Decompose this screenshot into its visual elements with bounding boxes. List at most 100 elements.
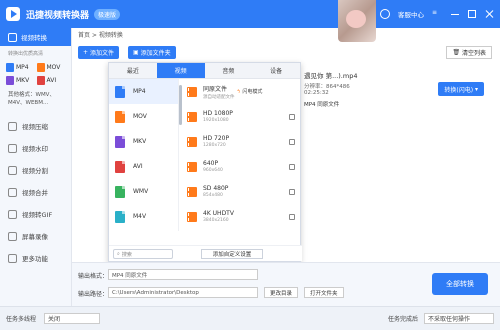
tab-recent[interactable]: 最近 (109, 63, 157, 78)
output-path-field[interactable]: C:\Users\Administrator\Desktop (108, 287, 258, 298)
title-bar: 迅捷视频转换器 极速版 31 客服中心 ≡ (0, 0, 500, 28)
popup-footer: ⌕ 搜索 添加自定义设置 (109, 245, 302, 261)
avi-icon (36, 76, 45, 85)
film-icon (187, 186, 198, 197)
avatar-photo (338, 0, 376, 42)
format-list: MP4 MOV MKV AVI WMV M4V (109, 79, 179, 231)
file-output-format[interactable]: MP4 同原文件 (304, 100, 339, 108)
format-option-mkv[interactable]: MKV (109, 129, 178, 154)
breadcrumb: 首页 > 视频转换 (78, 32, 123, 39)
format-avi[interactable]: AVI (36, 76, 66, 85)
sidebar-item-record[interactable]: 屏幕录像 (0, 225, 71, 247)
format-mov[interactable]: MOV (36, 63, 66, 72)
change-directory-button[interactable]: 更改目录 (264, 287, 299, 298)
compress-icon (8, 121, 17, 131)
watermark-icon (8, 143, 17, 153)
popup-tabs: 最近 视频 音频 设备 (109, 63, 300, 79)
split-icon (8, 165, 17, 175)
minimize-button[interactable] (450, 9, 460, 19)
preset-row[interactable]: SD 480P 854x480 (185, 179, 301, 204)
preset-row[interactable]: 4K UHDTV 3840x2160 (185, 204, 301, 229)
convert-flash-button[interactable]: 转换(闪电) ▾ (438, 82, 484, 96)
sidebar-item-compress[interactable]: 视频压缩 (0, 115, 71, 137)
format-popup: 最近 视频 音频 设备 MP4 MOV MKV AVI WMV M4V 同原文件… (108, 62, 302, 262)
lightning-icon: ϟ (237, 88, 241, 95)
sidebar-note: 转换出优质高清 (8, 51, 44, 57)
task-done-select[interactable]: 不采取任何操作 (424, 313, 494, 324)
maximize-button[interactable] (468, 10, 476, 18)
tab-audio[interactable]: 音频 (205, 63, 253, 78)
format-search-input[interactable]: ⌕ 搜索 (113, 249, 173, 259)
preset-row[interactable]: 640P 960x640 (185, 154, 301, 179)
status-bar: 任务多线程 关闭 任务完成后 不采取任何操作 (0, 306, 500, 330)
mkv-file-icon (115, 135, 125, 148)
edit-icon[interactable] (289, 188, 295, 195)
task-done-label: 任务完成后 (387, 316, 418, 323)
convert-all-button[interactable]: 全部转换 (432, 273, 488, 295)
format-option-mov[interactable]: MOV (109, 104, 178, 129)
add-folder-button[interactable]: ▣ 添加文件夹 (128, 46, 176, 59)
sidebar-item-more[interactable]: 更多功能 (0, 247, 71, 269)
preset-list: 同原文件 源自动适配文件 ϟ 闪电模式 HD 1080P 1920x1080 HD 7… (185, 79, 301, 239)
version-badge: 极速版 (94, 8, 121, 20)
film-icon (187, 136, 198, 147)
mkv-icon (6, 76, 14, 85)
mp4-icon (6, 63, 14, 72)
output-path-label: 输出路径： (78, 291, 109, 298)
file-name: 遇见你 第...).mp4 (304, 72, 358, 80)
sidebar-item-split[interactable]: 视频分割 (0, 159, 71, 181)
sidebar-item-merge[interactable]: 视频合并 (0, 181, 71, 203)
gif-icon (8, 209, 17, 219)
edit-icon[interactable] (289, 213, 295, 220)
trash-icon: 🗑 (452, 49, 462, 56)
toolbar: + 添加文件 ▣ 添加文件夹 🗑 清空列表 (78, 46, 496, 60)
mov-file-icon (115, 110, 125, 123)
output-settings-panel: 输出格式： MP4 同原文件 输出路径： C:\Users\Administra… (72, 262, 500, 306)
sidebar-item-video-convert[interactable]: 视频转换 (0, 28, 71, 46)
sidebar-item-watermark[interactable]: 视频水印 (0, 137, 71, 159)
add-custom-setting-button[interactable]: 添加自定义设置 (201, 249, 263, 259)
format-mkv[interactable]: MKV (6, 76, 35, 85)
edit-icon[interactable] (289, 138, 295, 145)
thread-select[interactable]: 关闭 (44, 313, 101, 324)
edit-icon[interactable] (289, 113, 295, 120)
add-file-button[interactable]: + 添加文件 (78, 46, 119, 59)
app-logo-icon (6, 7, 20, 21)
open-folder-button[interactable]: 打开文件夹 (304, 287, 344, 298)
app-title: 迅捷视频转换器 (26, 10, 90, 21)
flash-mode-tag: ϟ 闪电模式 (237, 88, 263, 96)
preset-row[interactable]: 同原文件 源自动适配文件 ϟ 闪电模式 (185, 79, 301, 104)
mp4-file-icon (115, 85, 125, 98)
clear-list-button[interactable]: 🗑 清空列表 (446, 46, 492, 59)
customer-service-link[interactable]: 客服中心 (398, 9, 424, 19)
format-option-wmv[interactable]: WMV (109, 179, 178, 204)
sidebar-item-label: 视频转换 (21, 34, 47, 42)
notification-icon[interactable] (380, 9, 390, 19)
format-mp4[interactable]: MP4 (6, 63, 35, 72)
output-format-select[interactable]: MP4 同原文件 (108, 269, 258, 280)
tab-device[interactable]: 设备 (252, 63, 300, 78)
search-icon: ⌕ (117, 251, 120, 257)
mov-icon (36, 63, 45, 72)
avi-file-icon (115, 160, 125, 173)
sidebar: 视频转换 转换出优质高清 MP4 MOV MKV AVI 其他格式：WMV、M4… (0, 28, 72, 308)
film-icon (187, 86, 198, 97)
format-option-m4v[interactable]: M4V (109, 204, 178, 229)
other-formats[interactable]: 其他格式：WMV、M4V、WEBM... (0, 89, 71, 109)
format-option-avi[interactable]: AVI (109, 154, 178, 179)
format-option-mp4[interactable]: MP4 (109, 79, 178, 104)
file-resolution: 分辨率：864*486 (304, 84, 350, 90)
sidebar-item-gif[interactable]: 视频转GIF (0, 203, 71, 225)
task-thread-label: 任务多线程 (6, 316, 37, 323)
edit-icon[interactable] (289, 163, 295, 170)
close-button[interactable] (484, 9, 494, 19)
preset-row[interactable]: HD 720P 1280x720 (185, 129, 301, 154)
format-list-scrollbar[interactable] (179, 85, 182, 125)
menu-icon[interactable]: ≡ (432, 9, 442, 19)
output-format-label: 输出格式： (78, 273, 109, 280)
preset-row[interactable]: HD 1080P 1920x1080 (185, 104, 301, 129)
plus-icon: + (83, 49, 90, 56)
tab-video[interactable]: 视频 (156, 63, 205, 78)
more-icon (8, 253, 17, 263)
format-grid: MP4 MOV MKV AVI (0, 59, 71, 89)
